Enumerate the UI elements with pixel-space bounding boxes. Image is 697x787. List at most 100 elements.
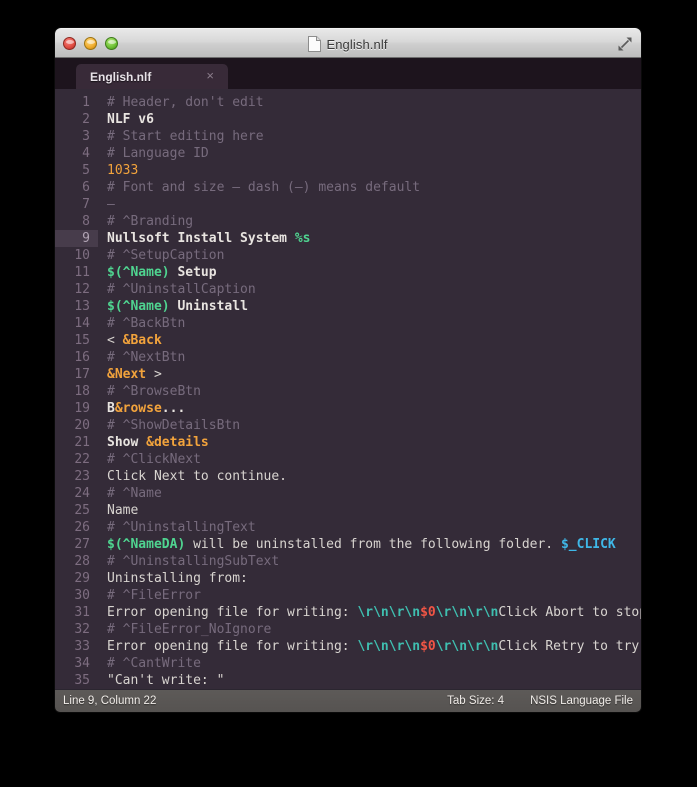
code-text: # ^UninstallCaption: [98, 281, 256, 298]
code-line[interactable]: 14 # ^BackBtn: [55, 315, 641, 332]
cursor-position: Line 9, Column 22: [63, 695, 157, 707]
code-token: # ^BrowseBtn: [107, 384, 201, 399]
code-text: # Language ID: [98, 145, 209, 162]
close-button[interactable]: [63, 37, 76, 50]
code-token: "Can't write: ": [107, 673, 225, 688]
close-icon[interactable]: ×: [198, 69, 222, 84]
code-text: $(^Name) Setup: [98, 264, 217, 281]
line-number: 17: [74, 367, 90, 382]
line-number: 10: [74, 248, 90, 263]
code-text: –: [98, 196, 115, 213]
line-number: 29: [74, 571, 90, 586]
code-text: # ^UninstallingSubText: [98, 553, 279, 570]
syntax-mode[interactable]: NSIS Language File: [530, 695, 641, 707]
code-token: Error opening file for writing:: [107, 639, 358, 654]
code-text: # ^Name: [98, 485, 162, 502]
code-line[interactable]: 21 Show &details: [55, 434, 641, 451]
minimize-button[interactable]: [84, 37, 97, 50]
code-line[interactable]: 4 # Language ID: [55, 145, 641, 162]
code-text: # Start editing here: [98, 128, 264, 145]
window-titlebar[interactable]: English.nlf: [55, 28, 641, 58]
code-text: Error opening file for writing: \r\n\r\n…: [98, 638, 641, 655]
code-line[interactable]: 26 # ^UninstallingText: [55, 519, 641, 536]
code-line[interactable]: 24 # ^Name: [55, 485, 641, 502]
line-number: 31: [74, 605, 90, 620]
code-line[interactable]: 13 $(^Name) Uninstall: [55, 298, 641, 315]
code-line[interactable]: 31 Error opening file for writing: \r\n\r…: [55, 604, 641, 621]
code-line[interactable]: 30 # ^FileError: [55, 587, 641, 604]
code-editor[interactable]: 1 # Header, don't edit 2 NLF v6 3 # Start edi…: [55, 89, 641, 689]
window-title-group: English.nlf: [55, 29, 641, 59]
code-text: 1033: [98, 162, 138, 179]
code-line[interactable]: 33 Error opening file for writing: \r\n\r…: [55, 638, 641, 655]
code-token: &details: [146, 435, 209, 450]
code-line[interactable]: 32 # ^FileError_NoIgnore: [55, 621, 641, 638]
code-token: # ^CantWrite: [107, 656, 201, 671]
code-line[interactable]: 34 # ^CantWrite: [55, 655, 641, 672]
line-number: 1: [82, 95, 90, 110]
code-line[interactable]: 35 "Can't write: ": [55, 672, 641, 689]
code-text: # ^BrowseBtn: [98, 383, 201, 400]
tab-english-nlf[interactable]: English.nlf ×: [76, 64, 228, 89]
code-line[interactable]: 5 1033: [55, 162, 641, 179]
tab-label: English.nlf: [90, 69, 152, 84]
code-line[interactable]: 7–: [55, 196, 641, 213]
code-token: Uninstall: [169, 299, 248, 314]
code-token: <: [107, 333, 123, 348]
code-text: &Next >: [98, 366, 162, 383]
code-line[interactable]: 15 < &Back: [55, 332, 641, 349]
line-number: 3: [82, 129, 90, 144]
zoom-button[interactable]: [105, 37, 118, 50]
line-number: 7: [82, 197, 90, 212]
code-line[interactable]: 17 &Next >: [55, 366, 641, 383]
code-token: # ^FileError: [107, 588, 201, 603]
code-line[interactable]: 10 # ^SetupCaption: [55, 247, 641, 264]
code-line[interactable]: 18 # ^BrowseBtn: [55, 383, 641, 400]
code-text: B&rowse...: [98, 400, 185, 417]
fullscreen-icon[interactable]: [617, 36, 633, 52]
code-line[interactable]: 28 # ^UninstallingSubText: [55, 553, 641, 570]
line-number: 28: [74, 554, 90, 569]
code-token: # ^Branding: [107, 214, 194, 229]
code-token: # ^FileError_NoIgnore: [107, 622, 272, 637]
code-line[interactable]: 27 $(^NameDA) will be uninstalled from th…: [55, 536, 641, 553]
code-line[interactable]: 6 # Font and size – dash (–) means defaul…: [55, 179, 641, 196]
code-line[interactable]: 22 # ^ClickNext: [55, 451, 641, 468]
code-token: # Start editing here: [107, 129, 264, 144]
code-line[interactable]: 25 Name: [55, 502, 641, 519]
code-text: # Font and size – dash (–) means default: [98, 179, 420, 196]
code-line[interactable]: 12 # ^UninstallCaption: [55, 281, 641, 298]
line-number: 2: [82, 112, 90, 127]
code-token: will be uninstalled from the following f…: [185, 537, 561, 552]
code-text: # ^ClickNext: [98, 451, 201, 468]
code-token: \r\n\r\n: [435, 605, 499, 620]
code-line[interactable]: 1 # Header, don't edit: [55, 94, 641, 111]
code-token: $0: [420, 639, 436, 654]
code-line[interactable]: 23 Click Next to continue.: [55, 468, 641, 485]
code-text: # Header, don't edit: [98, 94, 264, 111]
code-token: Uninstalling from:: [107, 571, 248, 586]
code-line[interactable]: 20 # ^ShowDetailsBtn: [55, 417, 641, 434]
line-number: 21: [74, 435, 90, 450]
code-token: # ^SetupCaption: [107, 248, 225, 263]
code-token: # Header, don't edit: [107, 95, 264, 110]
line-number: 14: [74, 316, 90, 331]
code-token: Error opening file for writing:: [107, 605, 358, 620]
code-line[interactable]: 29 Uninstalling from:: [55, 570, 641, 587]
code-text: # ^FileError: [98, 587, 201, 604]
code-token: B: [107, 401, 115, 416]
code-lines: 1 # Header, don't edit 2 NLF v6 3 # Start edi…: [55, 89, 641, 689]
code-token: \r\n\r\n: [357, 639, 421, 654]
code-line[interactable]: 2 NLF v6: [55, 111, 641, 128]
code-line[interactable]: 3 # Start editing here: [55, 128, 641, 145]
code-token: Nullsoft Install System: [107, 231, 295, 246]
tab-size-setting[interactable]: Tab Size: 4: [447, 695, 530, 707]
code-line[interactable]: 11 $(^Name) Setup: [55, 264, 641, 281]
code-line[interactable]: 19 B&rowse...: [55, 400, 641, 417]
code-line[interactable]: 16 # ^NextBtn: [55, 349, 641, 366]
line-number: 4: [82, 146, 90, 161]
code-token: Name: [107, 503, 139, 518]
code-token: Click Abort to stop the installation,: [498, 605, 641, 620]
code-line[interactable]: 9 Nullsoft Install System %s: [55, 230, 641, 247]
code-line[interactable]: 8 # ^Branding: [55, 213, 641, 230]
